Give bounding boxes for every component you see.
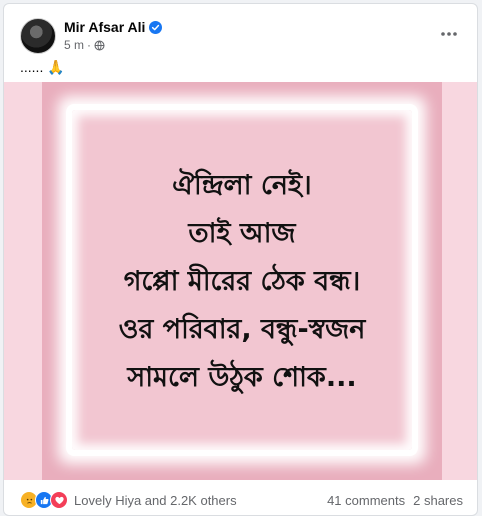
image-frame: ঐন্দ্রিলা নেই। তাই আজ গপ্পো মীরের ঠেক বন… <box>72 110 412 450</box>
post-header: Mir Afsar Ali 5 m · <box>20 16 163 56</box>
poem-line-1: ঐন্দ্রিলা নেই। <box>172 170 312 201</box>
globe-icon <box>94 40 105 51</box>
time-row: 5 m · <box>64 38 162 52</box>
post-meta: Mir Afsar Ali 5 m · <box>64 19 163 52</box>
poem-line-5: সামলে উঠুক শোক... <box>127 362 357 393</box>
poem-line-3: গপ্পো মীরের ঠেক বন্ধ। <box>123 266 361 297</box>
post-time[interactable]: 5 m <box>64 38 84 52</box>
reactors-text[interactable]: Lovely Hiya and 2.2K others <box>74 493 237 508</box>
image-background: ঐন্দ্রিলা নেই। তাই আজ গপ্পো মীরের ঠেক বন… <box>42 82 442 480</box>
reactions-summary[interactable]: Lovely Hiya and 2.2K others <box>20 491 237 509</box>
more-options-button[interactable] <box>431 16 467 52</box>
author-row: Mir Afsar Ali <box>64 19 163 36</box>
author-name[interactable]: Mir Afsar Ali <box>64 19 145 36</box>
post-caption: ...... 🙏 <box>20 59 65 75</box>
poem-line-2: তাই আজ <box>188 218 296 249</box>
more-horizontal-icon <box>441 32 457 36</box>
love-icon <box>50 491 68 509</box>
comments-count[interactable]: 41 comments <box>327 493 405 508</box>
avatar[interactable] <box>20 18 56 54</box>
shares-count[interactable]: 2 shares <box>413 493 463 508</box>
post-card: Mir Afsar Ali 5 m · ...... 🙏 ঐন্দ্রিলা ন… <box>3 3 478 516</box>
verified-badge-icon <box>149 21 163 35</box>
post-footer: Lovely Hiya and 2.2K others 41 comments … <box>4 484 477 515</box>
separator: · <box>87 38 92 53</box>
engagement-counts: 41 comments 2 shares <box>327 493 463 508</box>
poem-line-4: ওর পরিবার, বন্ধু-স্বজন <box>118 314 366 345</box>
reaction-icons <box>20 491 68 509</box>
poem-text: ঐন্দ্রিলা নেই। তাই আজ গপ্পো মীরের ঠেক বন… <box>72 162 412 402</box>
post-image[interactable]: ঐন্দ্রিলা নেই। তাই আজ গপ্পো মীরের ঠেক বন… <box>4 82 477 480</box>
